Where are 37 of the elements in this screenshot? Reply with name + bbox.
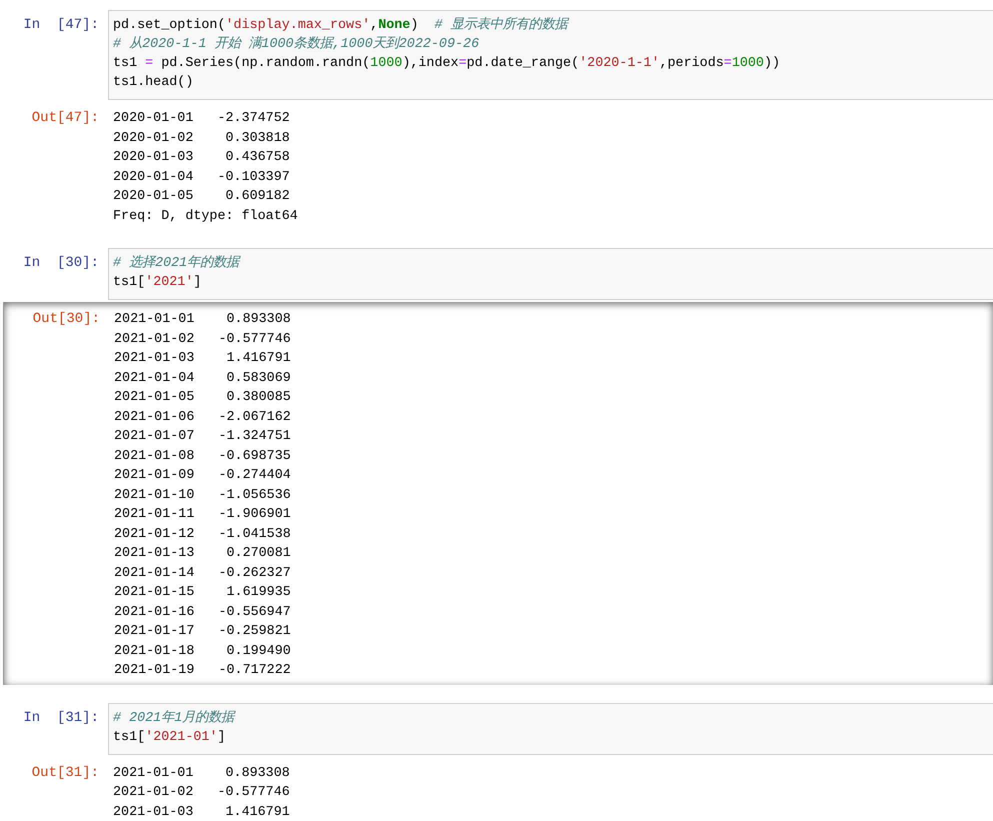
output-line: 2021-01-15 1.619935 bbox=[114, 584, 291, 602]
output-line: 2021-01-18 0.199490 bbox=[114, 642, 291, 660]
output-line: 2021-01-13 0.270081 bbox=[114, 545, 291, 563]
input-prompt: In [47]: bbox=[22, 16, 100, 35]
code-input[interactable]: # 2021年1月的数据 ts1['2021-01'] bbox=[108, 702, 993, 754]
output-line: 2021-01-05 0.380085 bbox=[114, 389, 291, 407]
output-line: 2020-01-04 -0.103397 bbox=[113, 168, 291, 186]
output-line: 2021-01-02 -0.577746 bbox=[113, 784, 290, 802]
output-line: 2021-01-03 1.416791 bbox=[113, 804, 290, 821]
code-input[interactable]: pd.set_option('display.max_rows',None) # 显示表中所有的数据 # 从2020-1-1 开始 满1000条数据,1000天到2022-09-26 ts1 = pd.Series(np.random.randn(1000),index=pd.date_range('2020-1-1',periods=1000)) ts1.head() bbox=[108, 10, 993, 100]
input-prompt: In [31]: bbox=[22, 708, 100, 728]
output-line: 2021-01-17 -0.259821 bbox=[114, 623, 291, 641]
output-line: 2021-01-01 0.893308 bbox=[114, 311, 291, 329]
output-line: 2021-01-09 -0.274404 bbox=[114, 467, 291, 485]
output-line: 2021-01-12 -1.041538 bbox=[114, 526, 291, 544]
code-input[interactable]: # 选择2021年的数据 ts1['2021'] bbox=[108, 248, 993, 300]
output-line: 2021-01-03 1.416791 bbox=[114, 350, 291, 368]
output-line: 2021-01-04 0.583069 bbox=[114, 370, 291, 388]
output-line: 2021-01-16 -0.556947 bbox=[114, 604, 291, 622]
output-line: 2021-01-14 -0.262327 bbox=[114, 564, 291, 582]
output-line: 2021-01-10 -1.056536 bbox=[114, 486, 291, 504]
output-prompt: Out[47]: bbox=[30, 109, 100, 128]
output-line: 2020-01-03 0.436758 bbox=[113, 149, 291, 167]
output-line: 2020-01-01 -2.374752 bbox=[113, 110, 291, 128]
output-line: 2020-01-02 0.303818 bbox=[113, 130, 291, 148]
output-prompt: Out[31]: bbox=[30, 764, 100, 782]
output-line: 2021-01-02 -0.577746 bbox=[114, 330, 291, 348]
output-line: 2021-01-06 -2.067162 bbox=[114, 408, 291, 426]
output-line: 2021-01-11 -1.906901 bbox=[114, 506, 291, 524]
output-line: 2021-01-08 -0.698735 bbox=[114, 448, 291, 466]
input-prompt: In [30]: bbox=[22, 254, 100, 273]
output-line: Freq: D, dtype: float64 bbox=[113, 208, 298, 226]
output-line: 2021-01-01 0.893308 bbox=[113, 764, 290, 782]
output-line: 2020-01-05 0.609182 bbox=[113, 188, 291, 206]
output-prompt: Out[30]: bbox=[32, 310, 101, 329]
output-line: 2021-01-19 -0.717222 bbox=[114, 662, 291, 680]
output-line: 2021-01-07 -1.324751 bbox=[114, 428, 291, 446]
